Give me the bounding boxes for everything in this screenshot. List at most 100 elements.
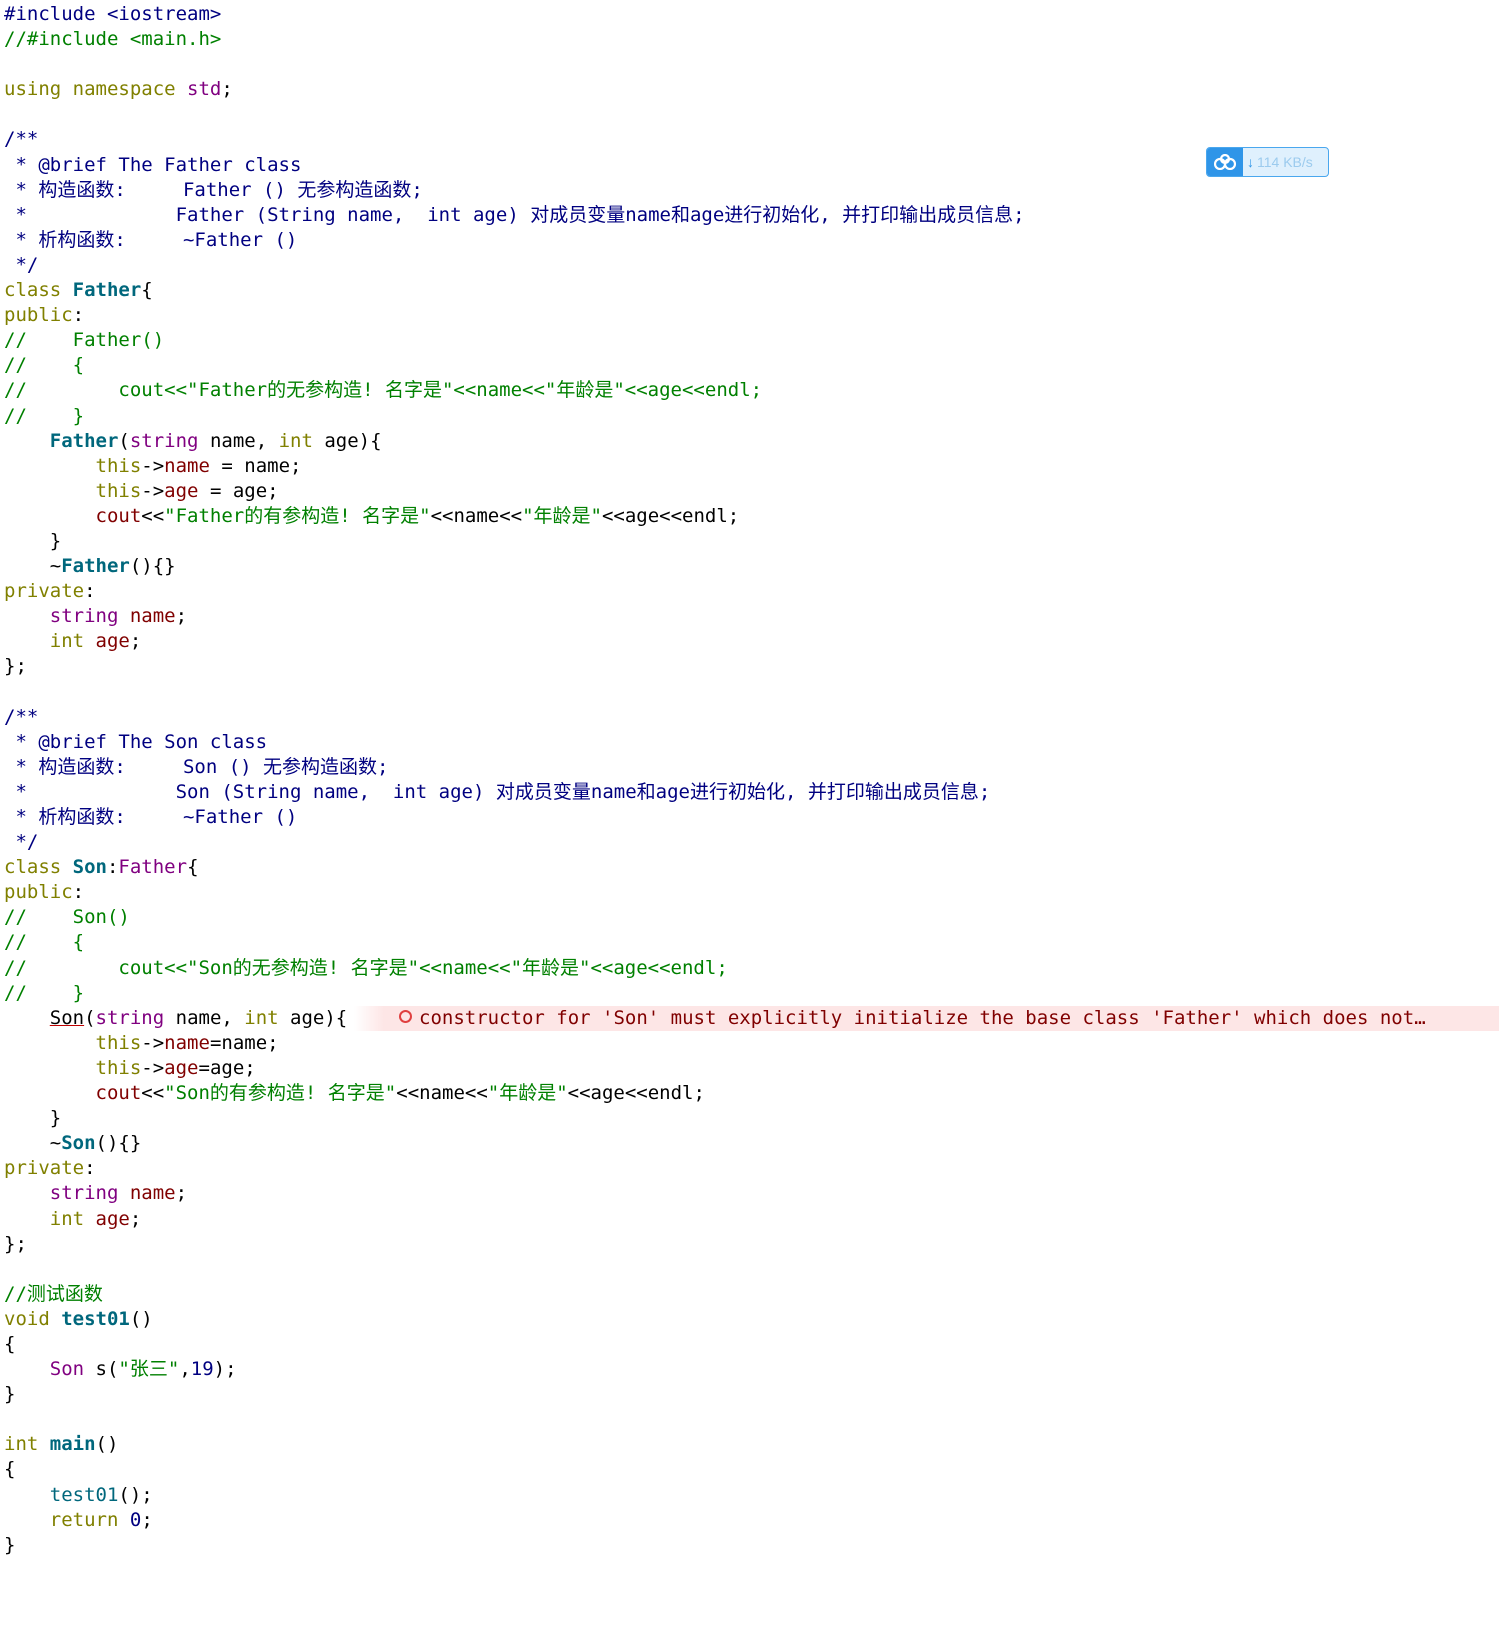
code-token: name <box>129 605 176 628</box>
code-line: // { <box>4 353 1499 378</box>
code-token: "Father的有参构造! 名字是" <box>164 504 431 527</box>
code-token: int <box>244 1006 279 1029</box>
code-editor[interactable]: #include <iostream> //#include <main.h> u… <box>4 2 1499 1558</box>
code-token: (); <box>118 1483 153 1506</box>
code-line: } <box>4 1533 1499 1558</box>
error-annotation[interactable]: constructor for 'Son' must explicitly in… <box>399 1006 1434 1031</box>
code-token: // cout<<"Father的无参构造! 名字是"<<name<<"年龄是"… <box>4 379 763 402</box>
code-line: ~Father(){} <box>4 554 1499 579</box>
code-token: : <box>84 580 96 603</box>
code-token: : <box>72 304 85 327</box>
code-token: Father <box>72 279 142 302</box>
code-token: : <box>106 856 119 879</box>
code-token: : <box>84 1157 96 1180</box>
code-token: s( <box>84 1358 119 1381</box>
code-token: <<age<<endl; <box>601 504 740 527</box>
code-token: { <box>141 279 153 302</box>
code-line: } <box>4 1382 1499 1407</box>
code-line: Son(string name, int age){constructor fo… <box>4 1005 1499 1031</box>
code-token: ~ <box>4 1132 62 1155</box>
code-token: * 析构函数: ~Father () <box>4 806 298 828</box>
code-token: ; <box>221 78 233 101</box>
code-token: Son <box>61 1132 96 1155</box>
code-token: , <box>179 1358 191 1381</box>
code-line: * Father (String name, int age) 对成员变量nam… <box>4 203 1499 228</box>
code-token: "年龄是" <box>522 504 602 527</box>
code-line: Father(string name, int age){ <box>4 429 1499 454</box>
code-token: age <box>164 479 199 502</box>
code-line: string name; <box>4 604 1499 629</box>
code-token: * @brief The Father class <box>4 153 302 176</box>
code-token: "张三" <box>118 1358 180 1381</box>
code-token: public <box>4 304 73 327</box>
code-token: Son <box>49 1358 85 1381</box>
code-token: Father <box>118 856 188 879</box>
error-message: constructor for 'Son' must explicitly in… <box>419 1006 1426 1029</box>
code-line: */ <box>4 830 1499 855</box>
code-token: // { <box>4 354 85 377</box>
code-line: return 0; <box>4 1508 1499 1533</box>
code-token: <<name<< <box>430 504 523 527</box>
code-token: Son <box>72 856 107 879</box>
code-token: () <box>95 1433 119 1456</box>
code-token: // Father() <box>4 329 165 352</box>
code-token: * Son (String name, int age) 对成员变量name和a… <box>4 780 991 803</box>
code-line: this->name = name; <box>4 454 1499 479</box>
cloud-icon <box>1207 148 1243 176</box>
code-token: class <box>4 856 73 879</box>
code-token: * 构造函数: Father () 无参构造函数; <box>4 178 423 201</box>
code-token: this <box>95 1031 142 1054</box>
code-line: //#include <main.h> <box>4 27 1499 52</box>
download-speed-text: ↓ 114 KB/s <box>1243 154 1313 170</box>
code-token: * 析构函数: ~Father () <box>4 228 298 251</box>
code-line: }; <box>4 654 1499 679</box>
code-token: // Son() <box>4 906 130 929</box>
code-token: age <box>164 1056 199 1079</box>
code-token: "Son的有参构造! 名字是" <box>164 1082 397 1105</box>
code-line: * 构造函数: Father () 无参构造函数; <box>4 178 1499 203</box>
code-token: -> <box>141 479 165 502</box>
code-token: = name; <box>209 454 302 477</box>
code-line: this->age = age; <box>4 479 1499 504</box>
code-token: () <box>129 1307 153 1330</box>
code-line: //测试函数 <box>4 1282 1499 1307</box>
code-line: public: <box>4 303 1499 328</box>
code-line: /** <box>4 705 1499 730</box>
code-token: this <box>95 454 142 477</box>
speed-value: 114 KB/s <box>1257 154 1313 170</box>
code-token: int <box>4 1433 50 1456</box>
code-token: Son <box>49 1006 85 1029</box>
code-token: age){ <box>312 429 382 452</box>
code-token: -> <box>141 1056 165 1079</box>
code-token: { <box>4 1458 16 1481</box>
download-speed-badge[interactable]: ↓ 114 KB/s <box>1206 147 1329 177</box>
code-line: public: <box>4 880 1499 905</box>
code-token: name <box>129 1182 176 1205</box>
code-line: string name; <box>4 1181 1499 1206</box>
code-line: private: <box>4 1156 1499 1181</box>
code-token: name <box>164 1031 210 1054</box>
code-line: * @brief The Son class <box>4 730 1499 755</box>
code-token: ; <box>141 1508 153 1531</box>
code-token: }; <box>4 1232 27 1255</box>
code-token: // { <box>4 931 85 954</box>
code-line: // cout<<"Son的无参构造! 名字是"<<name<<"年龄是"<<a… <box>4 956 1499 981</box>
code-token: } <box>4 1383 16 1406</box>
code-token: cout <box>95 1082 142 1105</box>
code-token: // cout<<"Son的无参构造! 名字是"<<name<<"年龄是"<<a… <box>4 956 728 979</box>
code-line: * 析构函数: ~Father () <box>4 805 1499 830</box>
